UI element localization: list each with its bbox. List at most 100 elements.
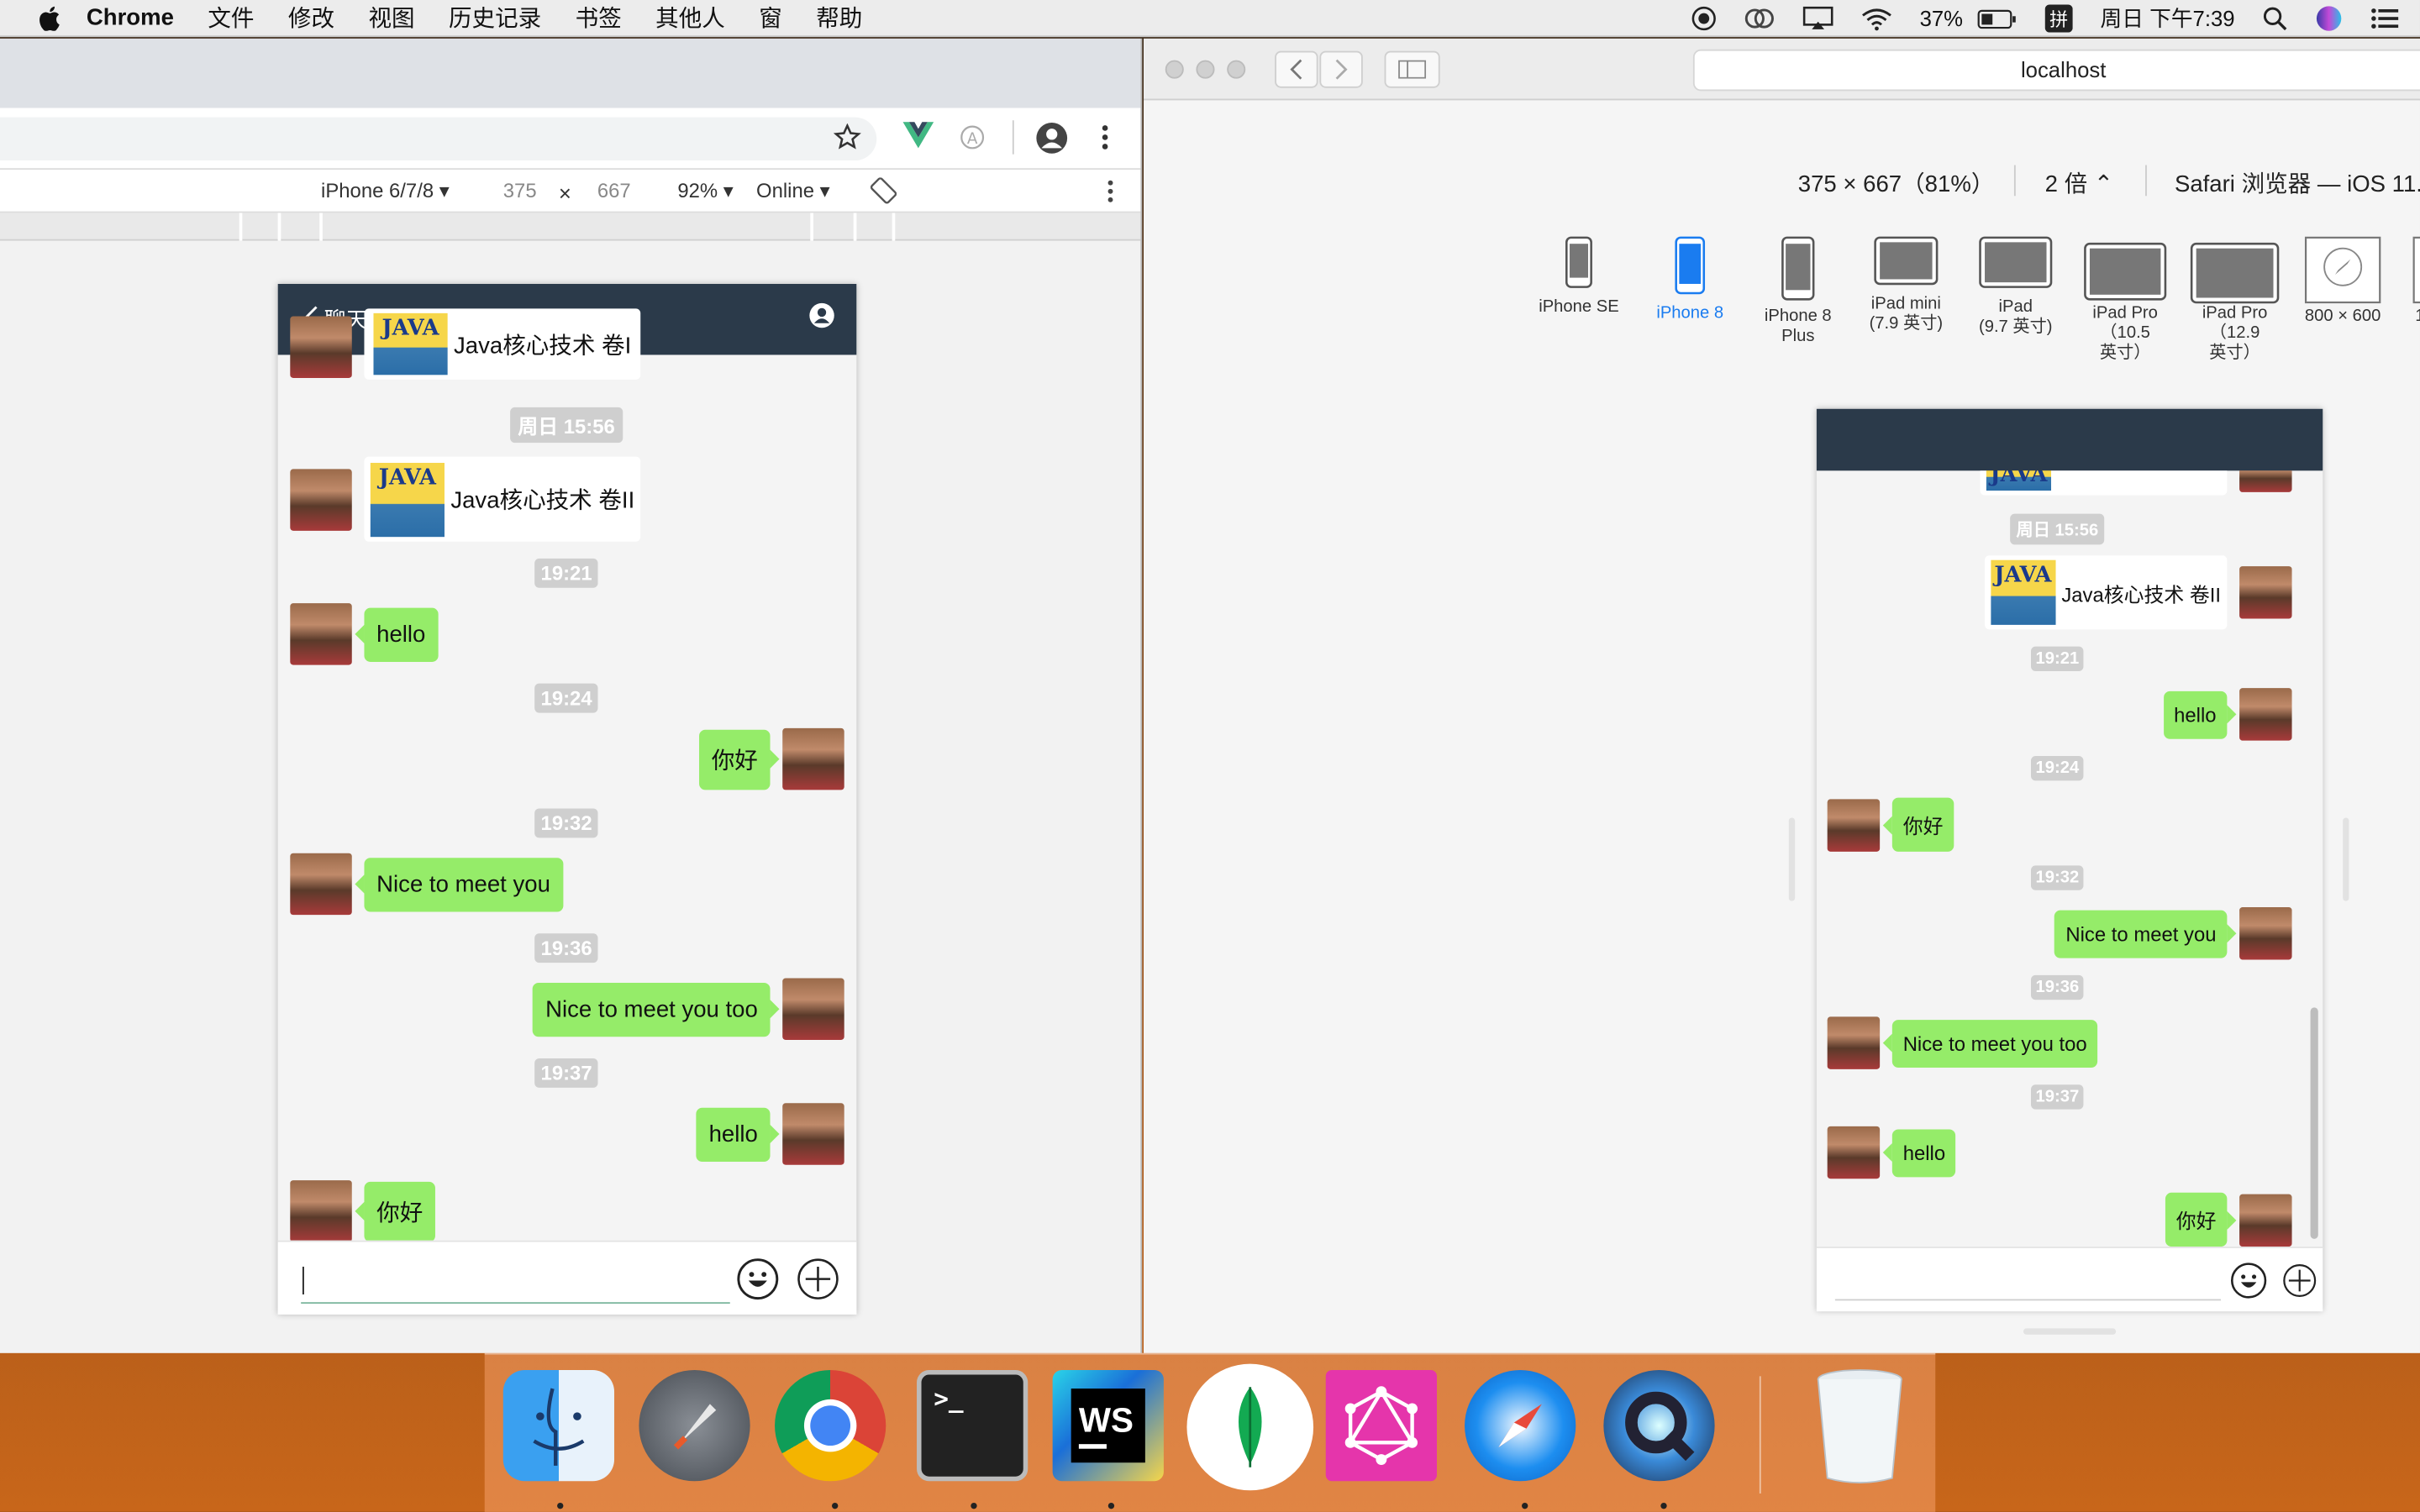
book-card[interactable]: Java核心技术 卷II xyxy=(1984,555,2228,630)
pixel-ratio-select[interactable]: 2 倍 ⌃ xyxy=(2045,166,2113,199)
device-iphone-se[interactable]: iPhone SE xyxy=(1536,236,1623,318)
resize-handle-left[interactable] xyxy=(1788,817,1796,901)
launchpad-icon[interactable] xyxy=(639,1370,750,1482)
message-bubble[interactable]: hello xyxy=(2163,690,2238,738)
emoji-icon[interactable] xyxy=(736,1257,779,1309)
finder-icon[interactable] xyxy=(502,1370,615,1482)
avatar[interactable] xyxy=(290,603,352,665)
device-toolbar-more-icon[interactable] xyxy=(1107,179,1114,208)
mongodb-compass-icon[interactable] xyxy=(1186,1363,1314,1491)
message-bubble[interactable]: 你好 xyxy=(355,1181,435,1242)
message-bubble[interactable]: Nice to meet you xyxy=(2054,909,2236,958)
device-height-input[interactable]: 667 xyxy=(597,179,631,202)
message-bubble[interactable]: hello xyxy=(696,1106,779,1162)
avatar[interactable] xyxy=(2239,906,2292,960)
device-select[interactable]: iPhone 6/7/8 ▾ xyxy=(321,179,450,203)
avatar[interactable] xyxy=(2239,688,2292,741)
message-bubble[interactable]: 你好 xyxy=(699,728,780,790)
message-bubble[interactable]: Nice to meet you xyxy=(355,857,563,911)
chrome-icon[interactable] xyxy=(775,1370,886,1482)
window-zoom-button[interactable] xyxy=(1227,60,1246,79)
message-bubble[interactable]: Nice to meet you too xyxy=(533,982,779,1037)
message-input[interactable] xyxy=(1834,1261,2222,1301)
bookmark-star-icon[interactable] xyxy=(833,123,861,151)
graphql-icon[interactable] xyxy=(1325,1370,1437,1482)
rotate-icon[interactable] xyxy=(870,177,897,208)
menu-app-name[interactable]: Chrome xyxy=(87,5,174,31)
avatar[interactable] xyxy=(2239,566,2292,619)
device-ipad-mini[interactable]: iPad mini (7.9 英寸) xyxy=(1860,236,1952,335)
message-bubble[interactable]: hello xyxy=(355,606,439,662)
avatar[interactable] xyxy=(1827,1126,1881,1179)
network-throttle-select[interactable]: Online ▾ xyxy=(756,179,830,203)
message-bubble[interactable]: Nice to meet you too xyxy=(1882,1019,2098,1068)
device-ipad-pro-12-9[interactable]: iPad Pro （12.9 英寸） xyxy=(2188,242,2281,364)
media-query-ruler[interactable] xyxy=(0,213,1141,241)
device-more[interactable]: 13 xyxy=(2402,236,2420,327)
input-method-icon[interactable]: 拼 xyxy=(2044,4,2073,33)
avatar[interactable] xyxy=(1827,798,1881,851)
message-bubble[interactable]: 你好 xyxy=(2165,1192,2237,1247)
notification-center-icon[interactable] xyxy=(2370,8,2399,29)
chrome-menu-icon[interactable] xyxy=(1101,123,1110,151)
resize-handle-bottom[interactable] xyxy=(2023,1328,2117,1335)
avatar[interactable] xyxy=(1827,1016,1881,1069)
resize-handle-right[interactable] xyxy=(2343,817,2349,901)
device-800x600[interactable]: 800 × 600 xyxy=(2298,236,2388,327)
device-iphone-8[interactable]: iPhone 8 xyxy=(1647,236,1733,324)
zoom-select[interactable]: 92% ▾ xyxy=(677,179,733,203)
window-minimize-button[interactable] xyxy=(1196,60,1215,79)
device-ipad-pro-10-5[interactable]: iPad Pro （10.5 英寸） xyxy=(2079,242,2171,364)
plus-icon[interactable] xyxy=(797,1257,839,1309)
window-close-button[interactable] xyxy=(1165,60,1184,79)
avatar[interactable] xyxy=(782,727,844,790)
record-icon[interactable] xyxy=(1691,6,1716,31)
creative-cloud-icon[interactable] xyxy=(1744,8,1775,29)
avatar[interactable] xyxy=(2239,1193,2292,1247)
emoji-icon[interactable] xyxy=(2230,1262,2267,1306)
menu-edit[interactable]: 修改 xyxy=(288,2,334,34)
forward-nav-button[interactable] xyxy=(1319,50,1363,88)
scrollbar[interactable] xyxy=(2310,1007,2318,1239)
apple-icon[interactable] xyxy=(34,5,65,30)
message-bubble[interactable]: 你好 xyxy=(1882,797,1954,852)
sidebar-toggle-button[interactable] xyxy=(1384,50,1440,88)
device-iphone-8-plus[interactable]: iPhone 8 Plus xyxy=(1754,236,1841,347)
plus-icon[interactable] xyxy=(2283,1263,2317,1305)
avatar[interactable] xyxy=(290,468,352,530)
avatar[interactable] xyxy=(782,1103,844,1165)
menu-window[interactable]: 窗 xyxy=(759,2,782,34)
user-agent-label[interactable]: Safari 浏览器 — iOS 11.0 xyxy=(2175,166,2420,199)
omnibox[interactable] xyxy=(0,117,877,161)
safari-address-bar[interactable]: localhost xyxy=(1692,49,2420,92)
wifi-icon[interactable] xyxy=(1861,7,1892,30)
message-bubble[interactable]: hello xyxy=(1882,1128,1956,1177)
avatar[interactable] xyxy=(782,978,844,1040)
menu-history[interactable]: 历史记录 xyxy=(449,2,541,34)
message-input[interactable] xyxy=(301,1257,730,1305)
back-nav-button[interactable] xyxy=(1275,50,1318,88)
spotlight-icon[interactable] xyxy=(2263,6,2287,31)
clock[interactable]: 周日 下午7:39 xyxy=(2101,3,2235,34)
avatar[interactable] xyxy=(290,853,352,916)
airplay-icon[interactable] xyxy=(1802,6,1833,30)
extension-icon[interactable]: A xyxy=(959,123,986,151)
vue-devtools-icon[interactable] xyxy=(902,122,934,150)
profile-icon[interactable] xyxy=(1035,122,1068,155)
siri-icon[interactable] xyxy=(2315,5,2343,33)
safari-icon[interactable] xyxy=(1465,1370,1576,1482)
menu-view[interactable]: 视图 xyxy=(368,2,414,34)
avatar[interactable] xyxy=(290,1180,352,1242)
device-width-input[interactable]: 375 xyxy=(503,179,537,202)
menu-help[interactable]: 帮助 xyxy=(816,2,862,34)
trash-icon[interactable] xyxy=(1804,1369,1915,1483)
menu-file[interactable]: 文件 xyxy=(208,2,254,34)
terminal-icon[interactable]: >_ xyxy=(917,1370,1028,1482)
battery-icon[interactable] xyxy=(1977,8,2018,29)
book-card[interactable]: Java核心技术 卷II xyxy=(364,456,641,542)
webstorm-icon[interactable]: WS xyxy=(1052,1370,1164,1482)
menu-bookmarks[interactable]: 书签 xyxy=(576,2,622,34)
menu-people[interactable]: 其他人 xyxy=(655,2,725,34)
device-ipad[interactable]: iPad (9.7 英寸) xyxy=(1970,236,2062,338)
quicktime-icon[interactable] xyxy=(1603,1370,1715,1482)
